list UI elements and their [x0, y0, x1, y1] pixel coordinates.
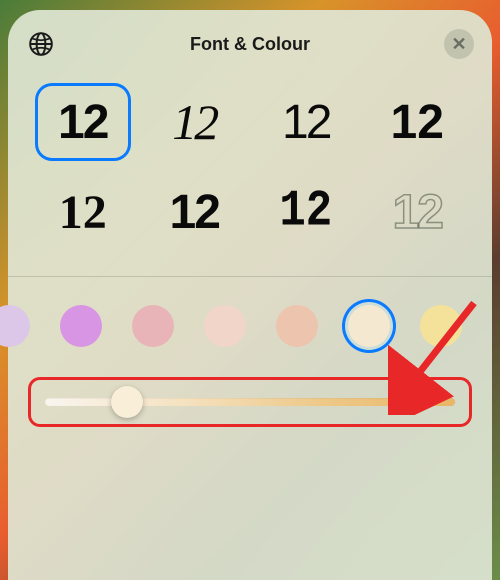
color-swatch-6[interactable] — [348, 305, 390, 347]
font-sample: 12 — [172, 93, 216, 151]
close-icon[interactable]: ✕ — [444, 29, 474, 59]
tint-slider[interactable] — [45, 398, 455, 406]
font-sample: 12 — [282, 95, 329, 150]
color-swatch-1[interactable] — [0, 305, 30, 347]
slider-highlight — [28, 377, 472, 427]
font-option-6[interactable]: 12 — [150, 176, 240, 248]
color-swatch-2[interactable] — [60, 305, 102, 347]
font-sample: 12 — [393, 185, 442, 240]
font-option-7[interactable]: 12 — [261, 171, 351, 254]
panel-header: Font & Colour ✕ — [8, 24, 492, 64]
font-sample: 12 — [58, 95, 107, 150]
color-swatch-3[interactable] — [132, 305, 174, 347]
font-grid: 12 12 12 12 12 12 12 12 — [8, 64, 492, 276]
color-swatch-4[interactable] — [204, 305, 246, 347]
font-sample: 12 — [59, 185, 107, 240]
globe-icon[interactable] — [26, 29, 56, 59]
font-sample: 12 — [279, 183, 332, 241]
font-option-3[interactable]: 12 — [261, 86, 351, 158]
color-row — [0, 277, 500, 369]
font-option-4[interactable]: 12 — [373, 86, 463, 158]
panel-title: Font & Colour — [190, 34, 310, 55]
color-swatch-7[interactable] — [420, 305, 462, 347]
font-sample: 12 — [170, 185, 219, 240]
font-option-1[interactable]: 12 — [38, 86, 128, 158]
font-colour-panel: Font & Colour ✕ 12 12 12 12 12 12 12 12 — [8, 10, 492, 580]
font-option-8[interactable]: 12 — [373, 176, 463, 248]
font-sample: 12 — [391, 95, 444, 150]
slider-thumb[interactable] — [111, 386, 143, 418]
font-option-5[interactable]: 12 — [38, 176, 128, 248]
color-swatch-5[interactable] — [276, 305, 318, 347]
font-option-2[interactable]: 12 — [150, 86, 240, 158]
